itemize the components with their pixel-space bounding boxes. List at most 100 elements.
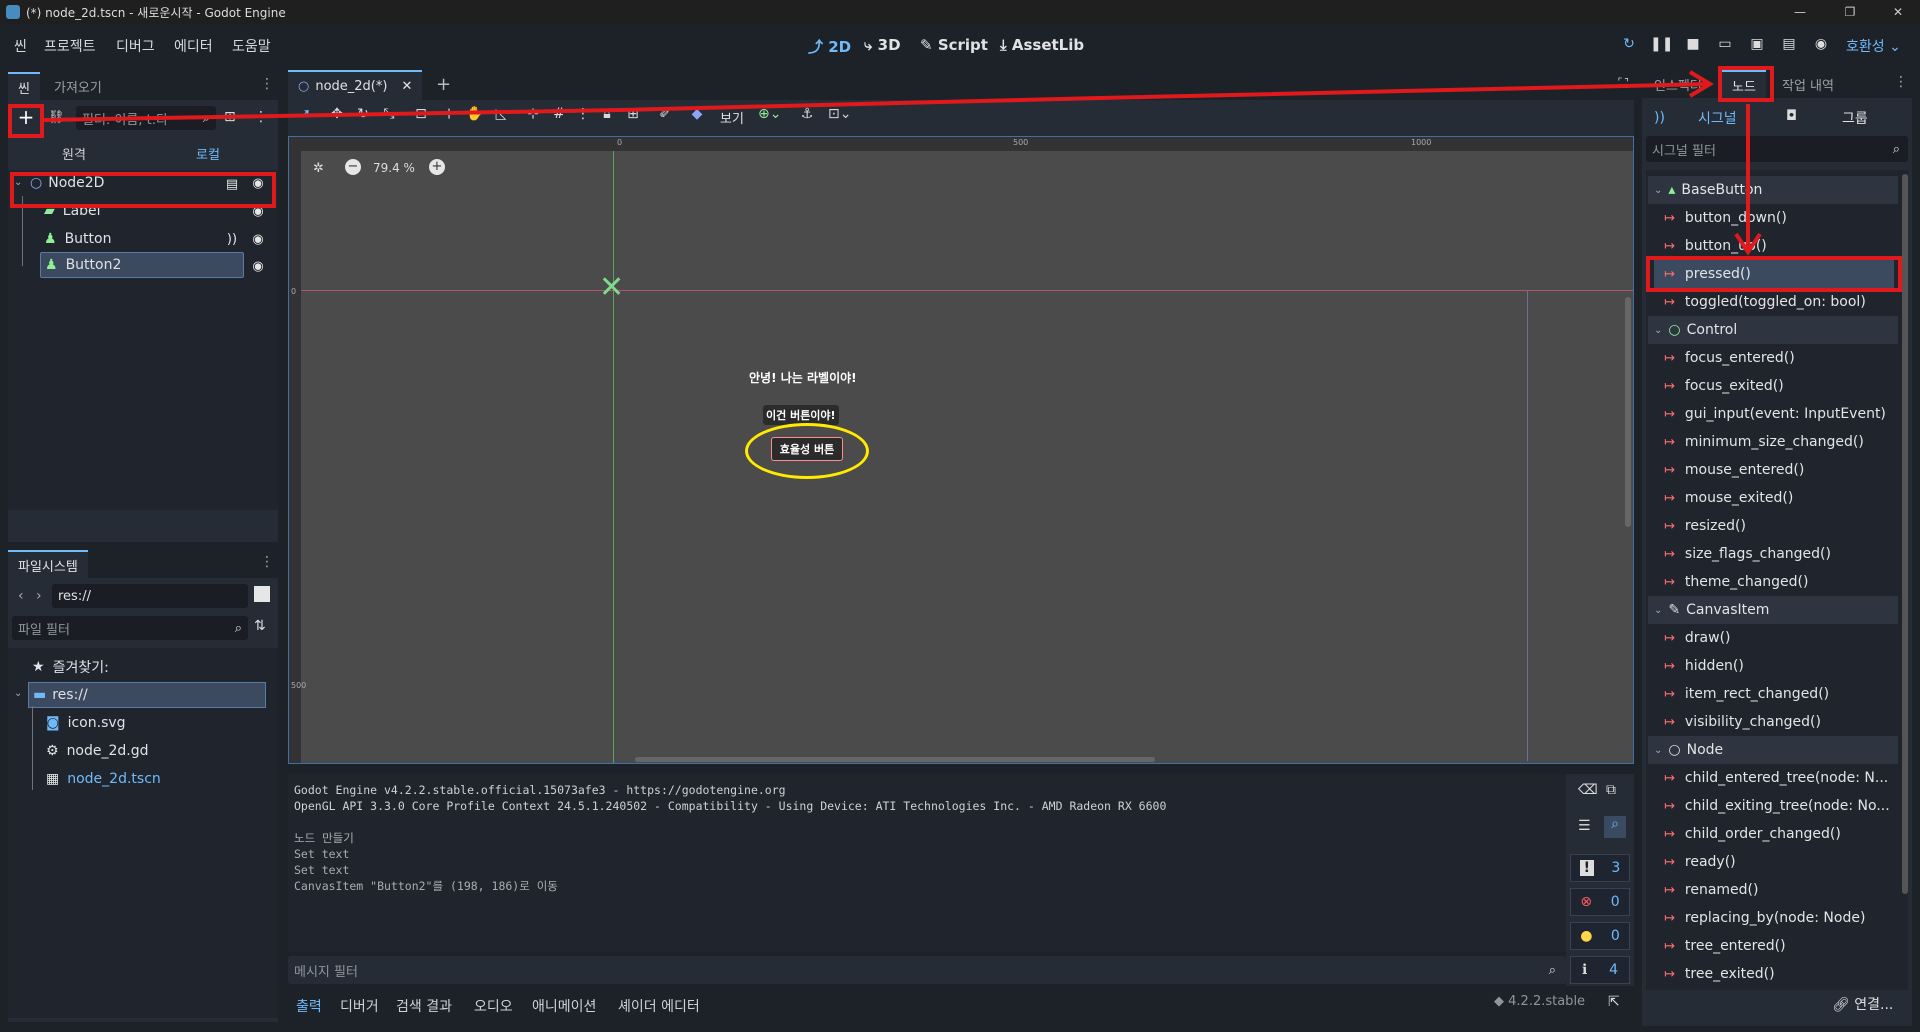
link-icon[interactable]: ⛓ bbox=[48, 110, 65, 125]
signals-subtab[interactable]: 시그널 bbox=[1698, 108, 1737, 128]
select-tool-icon[interactable]: ➚ bbox=[294, 103, 316, 125]
node2d-gizmo-icon[interactable]: ✕ bbox=[599, 273, 624, 303]
tree-node-button[interactable]: ♟ Button bbox=[44, 226, 111, 252]
ruler-tool-icon[interactable]: ◺ bbox=[490, 103, 512, 125]
favorites-item[interactable]: ★ 즐겨찾기: bbox=[32, 654, 109, 680]
canvas-button[interactable]: 이건 버튼이야! bbox=[763, 405, 839, 425]
tree-node-button2[interactable]: ♟ Button2 bbox=[40, 252, 244, 278]
tab-scene[interactable]: 씬 bbox=[8, 72, 40, 100]
tab-node[interactable]: 노드 bbox=[1722, 70, 1766, 98]
add-node-button[interactable]: + bbox=[14, 106, 38, 130]
menu-debug[interactable]: 디버그 bbox=[116, 36, 155, 56]
scene-filter-input[interactable]: 필터: 이름, t:타 ⌕ bbox=[76, 106, 216, 130]
split-view-icon[interactable] bbox=[254, 586, 270, 602]
center-view-icon[interactable]: ✲ bbox=[313, 161, 324, 176]
tab-shader-editor[interactable]: 셰이더 에디터 bbox=[618, 996, 700, 1016]
close-window-button[interactable]: ✕ bbox=[1878, 0, 1918, 24]
search-icon[interactable]: ⌕ bbox=[1604, 816, 1626, 838]
workspace-script[interactable]: ✎ Script bbox=[920, 36, 988, 54]
zoom-out-icon[interactable]: − bbox=[345, 159, 361, 175]
tree-node-label[interactable]: ▰ Label bbox=[44, 198, 101, 224]
signal-scrollbar[interactable] bbox=[1902, 174, 1908, 894]
message-filter-input[interactable]: 메시지 필터 ⌕ bbox=[288, 956, 1566, 984]
move-tool-icon[interactable]: ✥ bbox=[326, 103, 348, 125]
forward-arrow-icon[interactable]: › bbox=[36, 588, 42, 604]
signal-mouse-entered[interactable]: ↦ mouse_entered() bbox=[1664, 456, 1804, 484]
filter-log-count[interactable]: ! 3 bbox=[1570, 854, 1630, 882]
signal-focus-entered[interactable]: ↦ focus_entered() bbox=[1664, 344, 1795, 372]
signal-child-order-changed[interactable]: ↦ child_order_changed() bbox=[1664, 820, 1841, 848]
signal-toggled[interactable]: ↦ toggled(toggled_on: bool) bbox=[1664, 288, 1866, 316]
canvas-viewport[interactable]: 0 500 1000 0 500 ✲ − 79.4 % + ✕ 안녕! 나는 라… bbox=[288, 136, 1634, 764]
anchor-icon[interactable]: ⚓︎ bbox=[796, 103, 818, 125]
menu-editor[interactable]: 에디터 bbox=[174, 36, 213, 56]
visibility-eye-icon[interactable]: ◉ bbox=[250, 259, 266, 274]
menu-scene[interactable]: 씬 bbox=[14, 36, 27, 56]
instance-scene-icon[interactable]: ⊞ bbox=[224, 109, 236, 125]
bone-icon[interactable]: ✐ bbox=[654, 103, 676, 125]
collapse-arrow-icon[interactable]: ⌄ bbox=[14, 177, 22, 188]
tab-history[interactable]: 작업 내역 bbox=[1772, 70, 1844, 98]
connect-button[interactable]: 🔗︎ 연결... bbox=[1832, 994, 1893, 1014]
back-arrow-icon[interactable]: ‹ bbox=[18, 588, 24, 604]
collapse-output-icon[interactable]: ☰ bbox=[1578, 818, 1591, 834]
file-icon-svg[interactable]: ◙ icon.svg bbox=[46, 710, 126, 736]
grid-snap-icon[interactable]: # bbox=[548, 103, 570, 125]
vertical-scrollbar[interactable] bbox=[1625, 297, 1631, 527]
tab-inspector[interactable]: 인스펙터 bbox=[1644, 70, 1712, 98]
tab-output[interactable]: 출력 bbox=[296, 996, 322, 1016]
file-filter-input[interactable]: 파일 필터 ⌕ bbox=[12, 616, 248, 640]
movie-maker-icon[interactable]: ◉ bbox=[1810, 36, 1832, 58]
category-basebutton[interactable]: ⌄ ▴ BaseButton bbox=[1648, 176, 1898, 204]
folder-res[interactable]: ▬ res:// bbox=[28, 682, 266, 708]
tab-audio[interactable]: 오디오 bbox=[474, 996, 513, 1016]
play-custom-icon[interactable]: ▤ bbox=[1778, 36, 1800, 58]
add-tool-icon[interactable]: ⊕⌄ bbox=[758, 103, 781, 125]
visibility-eye-icon[interactable]: ◉ bbox=[250, 232, 266, 247]
dock-menu-icon[interactable]: ⋮ bbox=[1894, 74, 1908, 90]
signal-child-exiting-tree[interactable]: ↦ child_exiting_tree(node: No... bbox=[1664, 792, 1890, 820]
signal-theme-changed[interactable]: ↦ theme_changed() bbox=[1664, 568, 1808, 596]
canvas-label[interactable]: 안녕! 나는 라벨이야! bbox=[749, 369, 857, 386]
signal-pressed[interactable]: ↦ pressed() bbox=[1654, 260, 1894, 288]
filter-warning-count[interactable]: ● 0 bbox=[1570, 922, 1630, 950]
filter-message-count[interactable]: ℹ4 bbox=[1570, 956, 1630, 984]
add-tab-icon[interactable]: + bbox=[436, 74, 451, 95]
signal-ready[interactable]: ↦ ready() bbox=[1664, 848, 1736, 876]
tree-node-node2d[interactable]: ○ Node2D bbox=[30, 170, 104, 196]
selectable-tool-icon[interactable]: ⊡ bbox=[410, 103, 432, 125]
tab-filesystem[interactable]: 파일시스템 bbox=[8, 550, 88, 578]
signal-visibility-changed[interactable]: ↦ visibility_changed() bbox=[1664, 708, 1821, 736]
remote-debug-icon[interactable]: ▭ bbox=[1714, 36, 1736, 58]
snap-options-icon[interactable]: ⋮ bbox=[572, 103, 594, 125]
pan-tool-icon[interactable]: ✋ bbox=[464, 103, 486, 125]
reload-icon[interactable]: ↻ bbox=[1618, 36, 1640, 58]
pivot-tool-icon[interactable]: ⊹ bbox=[438, 103, 460, 125]
container-layout-icon[interactable]: ⊡⌄ bbox=[828, 103, 851, 125]
camera-override-icon[interactable]: ◆ bbox=[686, 103, 708, 125]
scene-options-icon[interactable]: ⋮ bbox=[254, 109, 268, 125]
zoom-in-icon[interactable]: + bbox=[429, 159, 445, 175]
signal-renamed[interactable]: ↦ renamed() bbox=[1664, 876, 1758, 904]
smart-snap-icon[interactable]: ⊹ bbox=[522, 103, 544, 125]
signal-resized[interactable]: ↦ resized() bbox=[1664, 512, 1746, 540]
sort-icon[interactable]: ⇅ bbox=[254, 618, 266, 634]
clear-output-icon[interactable]: ⌫ bbox=[1578, 782, 1598, 798]
script-attached-icon[interactable]: ▤ bbox=[224, 177, 240, 192]
tab-animation[interactable]: 애니메이션 bbox=[532, 996, 596, 1016]
view-menu[interactable]: 보기 bbox=[720, 108, 744, 127]
filter-error-count[interactable]: ⊗ 0 bbox=[1570, 888, 1630, 916]
path-input[interactable]: res:// bbox=[52, 584, 248, 608]
signal-draw[interactable]: ↦ draw() bbox=[1664, 624, 1731, 652]
signal-tree-exited[interactable]: ↦ tree_exited() bbox=[1664, 960, 1775, 988]
minimize-button[interactable]: — bbox=[1780, 0, 1820, 24]
signal-gui-input[interactable]: ↦ gui_input(event: InputEvent) bbox=[1664, 400, 1886, 428]
maximize-button[interactable]: ❐ bbox=[1830, 0, 1870, 24]
pause-icon[interactable]: ❚❚ bbox=[1650, 36, 1673, 58]
category-canvasitem[interactable]: ⌄ ✎ CanvasItem bbox=[1648, 596, 1898, 624]
menu-help[interactable]: 도움말 bbox=[232, 36, 271, 56]
expand-panel-icon[interactable]: ⇱ bbox=[1608, 994, 1620, 1010]
signal-child-entered-tree[interactable]: ↦ child_entered_tree(node: N... bbox=[1664, 764, 1888, 792]
distraction-free-icon[interactable]: ⛶ bbox=[1618, 76, 1628, 92]
local-tab[interactable]: 로컬 bbox=[196, 144, 220, 163]
